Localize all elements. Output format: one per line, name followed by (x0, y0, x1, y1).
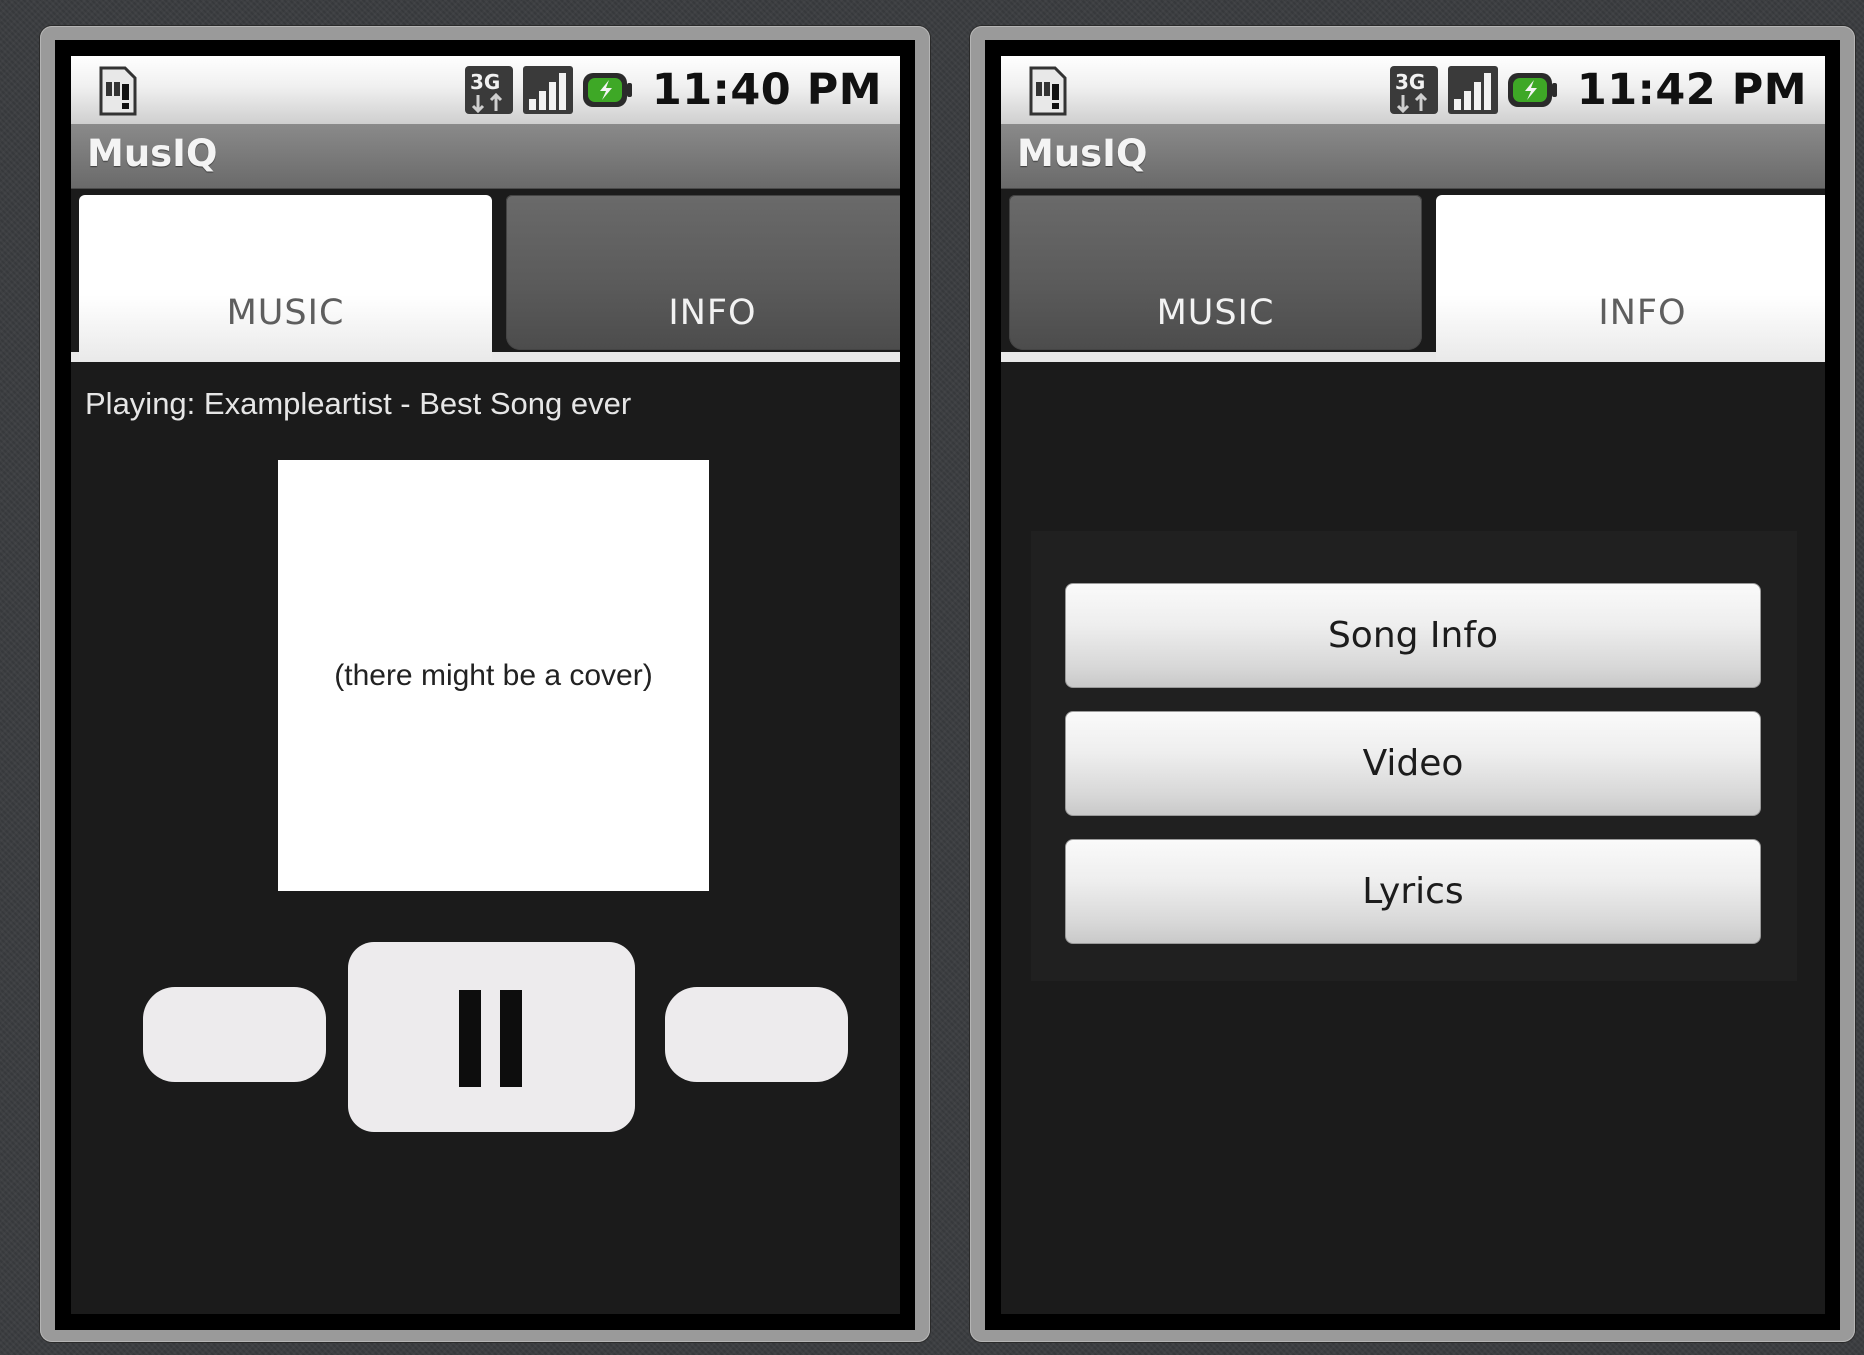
pause-icon (459, 990, 481, 1087)
tab-music[interactable]: MUSIC (1009, 195, 1422, 350)
signal-strength-icon (1447, 66, 1498, 114)
cover-placeholder-text: (there might be a cover) (334, 658, 653, 692)
svg-text:3G: 3G (470, 70, 500, 94)
tab-music-label: MUSIC (1156, 293, 1275, 333)
signal-strength-icon (522, 66, 573, 114)
tab-info-label: INFO (668, 293, 757, 333)
pause-icon-bar (500, 990, 522, 1087)
3g-data-icon: 3G (464, 66, 513, 114)
status-bar: 3G (71, 56, 900, 124)
app-title: MusIQ (1017, 132, 1148, 175)
status-bar: 3G (1001, 56, 1825, 124)
tab-info[interactable]: INFO (506, 195, 900, 350)
lyrics-button[interactable]: Lyrics (1065, 839, 1761, 944)
screen-content: 3G (71, 56, 900, 1314)
tab-info-label: INFO (1598, 293, 1687, 333)
sd-card-warning-icon (99, 66, 137, 116)
tab-bar: MUSIC INFO (1001, 189, 1825, 362)
battery-charging-icon (1507, 73, 1557, 107)
lyrics-button-label: Lyrics (1362, 871, 1464, 912)
tab-bar: MUSIC INFO (71, 189, 900, 362)
tab-music[interactable]: MUSIC (79, 195, 492, 362)
tab-music-label: MUSIC (226, 293, 345, 333)
next-button[interactable] (665, 987, 848, 1082)
device-frame-music: 3G 11:40 PM MusIQ MUSIC INFO Playing: Ex… (40, 26, 930, 1342)
pause-button[interactable] (348, 942, 635, 1132)
phone-screen: 3G (55, 40, 915, 1330)
svg-text:3G: 3G (1395, 70, 1425, 94)
3g-data-icon: 3G (1389, 66, 1438, 114)
album-cover: (there might be a cover) (278, 460, 709, 891)
status-icons: 3G (464, 56, 882, 124)
status-clock: 11:42 PM (1576, 65, 1807, 115)
status-icons: 3G (1389, 56, 1807, 124)
tab-info[interactable]: INFO (1436, 195, 1825, 362)
song-info-button[interactable]: Song Info (1065, 583, 1761, 688)
battery-charging-icon (582, 73, 632, 107)
video-button[interactable]: Video (1065, 711, 1761, 816)
screen-content: 3G (1001, 56, 1825, 1314)
phone-screen: 3G (985, 40, 1840, 1330)
app-title-bar: MusIQ (71, 124, 900, 189)
info-button-panel: Song Info Video Lyrics (1031, 531, 1797, 981)
video-button-label: Video (1362, 743, 1464, 784)
status-clock: 11:40 PM (651, 65, 882, 115)
song-info-button-label: Song Info (1327, 615, 1499, 656)
app-title: MusIQ (87, 132, 218, 175)
sd-card-warning-icon (1029, 66, 1067, 116)
app-title-bar: MusIQ (1001, 124, 1825, 189)
device-frame-info: 3G 11:42 PM MusIQ MUSIC INFO Song Info V… (970, 26, 1855, 1342)
now-playing-text: Playing: Exampleartist - Best Song ever (85, 386, 632, 421)
previous-button[interactable] (143, 987, 326, 1082)
